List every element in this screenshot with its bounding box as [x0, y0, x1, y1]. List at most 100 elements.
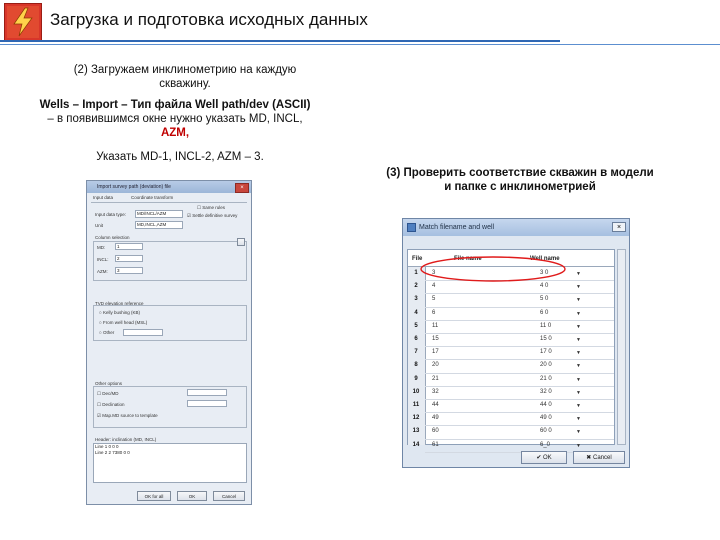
row-number: 4	[414, 309, 418, 316]
file-cell[interactable]: 5	[432, 296, 435, 302]
file-cell[interactable]: 32	[432, 389, 439, 395]
tab-coordinate-transform[interactable]: Coordinate transform	[131, 195, 173, 200]
close-icon[interactable]: ×	[235, 183, 249, 193]
close-icon[interactable]: ×	[612, 222, 626, 232]
well-name-cell[interactable]: 5 0	[540, 296, 548, 302]
dropdown-arrow-icon[interactable]: ▼	[576, 297, 581, 303]
wells-line2: – в появившимся окне нужно указать MD, I…	[47, 113, 303, 125]
tvd-option-kb[interactable]: ○ Kelly bushing (KB)	[99, 310, 140, 315]
unit-select[interactable]: MD,INCL,AZM	[135, 221, 183, 229]
azm-label: AZM:	[97, 269, 108, 274]
wells-line1: Wells – Import – Тип файла Well path/dev…	[39, 99, 311, 111]
tvd-other-field[interactable]	[123, 329, 163, 336]
dropdown-arrow-icon[interactable]: ▼	[576, 350, 581, 356]
tvd-option-msl-label: From well head (MSL)	[102, 320, 148, 325]
row-number: 2	[414, 283, 418, 290]
file-cell[interactable]: 20	[432, 362, 439, 368]
match-filename-dialog: Match filename and well × File File name…	[402, 218, 630, 468]
other-opt-decl-field[interactable]	[187, 400, 227, 407]
other-opt-map[interactable]: ☑ Map.MD source to template	[97, 413, 158, 419]
other-opt-map-label: Map.MD source to template	[102, 413, 158, 418]
file-cell[interactable]: 4	[432, 283, 435, 289]
other-opt-decmd[interactable]: ☐ Dec/MD	[97, 391, 119, 397]
ok-button[interactable]: OK	[177, 491, 207, 501]
ok-button[interactable]: ✔ OK	[521, 451, 567, 464]
file-cell[interactable]: 44	[432, 402, 439, 408]
dropdown-arrow-icon[interactable]: ▼	[576, 337, 581, 343]
row-divider	[425, 399, 614, 400]
file-cell[interactable]: 60	[432, 428, 439, 434]
file-cell[interactable]: 21	[432, 376, 439, 382]
md-field[interactable]: 1	[115, 243, 143, 250]
dropdown-arrow-icon[interactable]: ▼	[576, 377, 581, 383]
step2-line1: (2) Загружаем инклинометрию на каждую	[73, 64, 297, 76]
other-opt-decmd-field[interactable]	[187, 389, 227, 396]
step2-text: (2) Загружаем инклинометрию на каждую ск…	[50, 63, 320, 91]
well-name-cell[interactable]: 32 0	[540, 389, 552, 395]
dropdown-arrow-icon[interactable]: ▼	[576, 311, 581, 317]
preview-area[interactable]: Line 1 0 0 0 Line 2 2 7380 0 0	[93, 443, 247, 483]
file-cell[interactable]: 61	[432, 442, 439, 448]
row-divider	[425, 438, 614, 440]
cancel-label: Cancel	[593, 455, 612, 461]
dropdown-arrow-icon[interactable]: ▼	[576, 390, 581, 396]
dropdown-arrow-icon[interactable]: ▼	[576, 271, 581, 277]
indicate-line: Указать MD-1, INCL-2, AZM – 3.	[96, 151, 264, 163]
well-name-cell[interactable]: 6 0	[540, 310, 548, 316]
dropdown-arrow-icon[interactable]: ▼	[576, 429, 581, 435]
dropdown-arrow-icon[interactable]: ▼	[576, 324, 581, 330]
cancel-button[interactable]: Cancel	[213, 491, 245, 501]
cancel-button[interactable]: ✖ Cancel	[573, 451, 625, 464]
dropdown-arrow-icon[interactable]: ▼	[576, 284, 581, 290]
tvd-option-kb-label: Kelly bushing (KB)	[102, 310, 140, 315]
other-opt-decl[interactable]: ☐ Declination	[97, 402, 125, 408]
column-settings-button[interactable]	[237, 238, 245, 246]
settle-checkbox[interactable]: ☑ Settle definitive survey	[187, 213, 237, 219]
step3-line2: и папке с инклинометрией	[444, 181, 596, 193]
indicate-text: Указать MD-1, INCL-2, AZM – 3.	[60, 150, 300, 164]
tab-input-data[interactable]: Input data	[93, 195, 113, 200]
azm-field[interactable]: 3	[115, 267, 143, 274]
tvd-option-msl[interactable]: ○ From well head (MSL)	[99, 320, 147, 325]
header-rule	[0, 40, 560, 42]
file-cell[interactable]: 15	[432, 336, 439, 342]
well-name-cell[interactable]: 49 0	[540, 415, 552, 421]
well-name-cell[interactable]: 60 0	[540, 428, 552, 434]
wells-line3: AZM,	[160, 127, 190, 139]
file-type-select[interactable]: MD/INCL/AZM	[135, 210, 183, 218]
well-name-cell[interactable]: 6_0	[540, 442, 550, 448]
settle-label: Settle definitive survey	[192, 213, 238, 218]
well-name-cell[interactable]: 17 0	[540, 349, 552, 355]
row-divider	[425, 306, 614, 308]
dropdown-arrow-icon[interactable]: ▼	[576, 443, 581, 449]
same-rules-checkbox[interactable]: ☐ Same rules	[197, 205, 225, 211]
ok-for-all-button[interactable]: OK for all	[137, 491, 171, 501]
match-dialog-titlebar: Match filename and well	[403, 219, 629, 236]
well-name-cell[interactable]: 4 0	[540, 283, 548, 289]
file-cell[interactable]: 11	[432, 323, 438, 329]
well-name-cell[interactable]: 21 0	[540, 376, 552, 382]
row-number: 13	[412, 428, 420, 435]
dropdown-arrow-icon[interactable]: ▼	[576, 416, 581, 422]
incl-label: INCL:	[97, 257, 109, 262]
file-cell[interactable]: 17	[432, 349, 439, 355]
preview-row-2: Line 2 2 7380 0 0	[95, 450, 130, 455]
row-number: 14	[412, 441, 420, 448]
row-number: 5	[414, 322, 418, 329]
dropdown-arrow-icon[interactable]: ▼	[576, 363, 581, 369]
file-cell[interactable]: 6	[432, 310, 435, 316]
well-name-cell[interactable]: 15 0	[540, 336, 552, 342]
incl-field[interactable]: 2	[115, 255, 143, 262]
dropdown-arrow-icon[interactable]: ▼	[576, 403, 581, 409]
well-name-cell[interactable]: 20 0	[540, 362, 552, 368]
well-name-cell[interactable]: 11 0	[540, 323, 551, 329]
table-scrollbar[interactable]	[617, 249, 626, 445]
tab-divider	[91, 202, 247, 203]
step3-line1: (3) Проверить соответствие скважин в мод…	[386, 167, 654, 179]
well-name-cell[interactable]: 44 0	[540, 402, 552, 408]
file-cell[interactable]: 49	[432, 415, 439, 421]
tvd-option-other[interactable]: ○ Other	[99, 330, 114, 335]
row-number: 12	[412, 415, 420, 422]
row-number: 10	[412, 388, 420, 395]
row-divider	[425, 359, 614, 361]
